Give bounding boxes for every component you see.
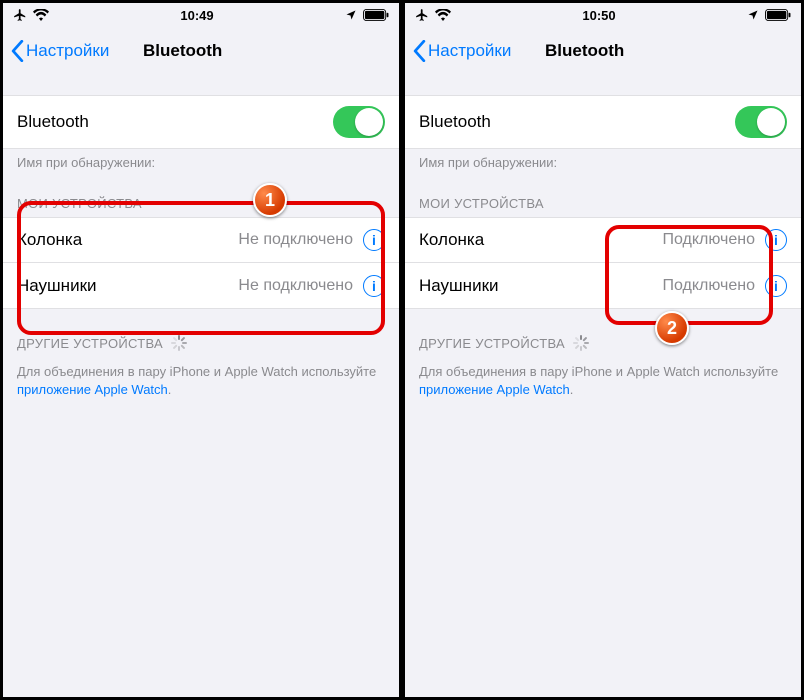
- status-bar: 10:49: [3, 3, 399, 27]
- spinner-icon: [171, 335, 187, 351]
- device-name: Наушники: [419, 276, 499, 296]
- device-status: Не подключено: [238, 277, 353, 295]
- device-name: Колонка: [419, 230, 484, 250]
- device-row[interactable]: Колонка Не подключено i: [3, 217, 399, 263]
- my-devices-group: МОИ УСТРОЙСТВА Колонка Не подключено i Н…: [3, 196, 399, 309]
- device-status: Подключено: [662, 277, 755, 295]
- spinner-icon: [573, 335, 589, 351]
- bluetooth-toggle-group: Bluetooth Имя при обнаружении:: [405, 95, 801, 170]
- bluetooth-label: Bluetooth: [17, 112, 89, 132]
- nav-bar: Настройки Bluetooth: [3, 27, 399, 75]
- info-icon[interactable]: i: [765, 229, 787, 251]
- my-devices-header: МОИ УСТРОЙСТВА: [3, 196, 399, 217]
- back-label: Настройки: [26, 41, 109, 61]
- phone-screenshot-2: 10:50 Настройки Bluetooth Bluetooth Имя …: [404, 2, 802, 698]
- airplane-mode-icon: [13, 8, 27, 22]
- chevron-left-icon: [11, 40, 24, 62]
- bluetooth-toggle-row[interactable]: Bluetooth: [3, 95, 399, 149]
- nav-bar: Настройки Bluetooth: [405, 27, 801, 75]
- device-name: Наушники: [17, 276, 97, 296]
- back-label: Настройки: [428, 41, 511, 61]
- device-row[interactable]: Наушники Не подключено i: [3, 263, 399, 309]
- wifi-icon: [435, 9, 451, 21]
- other-devices-header: ДРУГИЕ УСТРОЙСТВА: [405, 335, 801, 357]
- back-button[interactable]: Настройки: [11, 40, 109, 62]
- info-icon[interactable]: i: [765, 275, 787, 297]
- battery-icon: [765, 9, 791, 21]
- chevron-left-icon: [413, 40, 426, 62]
- my-devices-header: МОИ УСТРОЙСТВА: [405, 196, 801, 217]
- bluetooth-toggle-group: Bluetooth Имя при обнаружении:: [3, 95, 399, 170]
- info-icon[interactable]: i: [363, 275, 385, 297]
- my-devices-group: МОИ УСТРОЙСТВА Колонка Подключено i Науш…: [405, 196, 801, 309]
- bluetooth-toggle-row[interactable]: Bluetooth: [405, 95, 801, 149]
- status-bar: 10:50: [405, 3, 801, 27]
- device-status: Не подключено: [238, 231, 353, 249]
- wifi-icon: [33, 9, 49, 21]
- location-icon: [345, 9, 357, 21]
- discoverable-label: Имя при обнаружении:: [3, 149, 399, 170]
- status-time: 10:49: [180, 8, 213, 23]
- device-status: Подключено: [662, 231, 755, 249]
- apple-watch-footer: Для объединения в пару iPhone и Apple Wa…: [3, 357, 399, 398]
- location-icon: [747, 9, 759, 21]
- device-name: Колонка: [17, 230, 82, 250]
- apple-watch-link[interactable]: приложение Apple Watch: [419, 382, 570, 397]
- info-icon[interactable]: i: [363, 229, 385, 251]
- apple-watch-footer: Для объединения в пару iPhone и Apple Wa…: [405, 357, 801, 398]
- bluetooth-switch[interactable]: [735, 106, 787, 138]
- device-row[interactable]: Наушники Подключено i: [405, 263, 801, 309]
- other-devices-header: ДРУГИЕ УСТРОЙСТВА: [3, 335, 399, 357]
- device-row[interactable]: Колонка Подключено i: [405, 217, 801, 263]
- discoverable-label: Имя при обнаружении:: [405, 149, 801, 170]
- status-time: 10:50: [582, 8, 615, 23]
- bluetooth-switch[interactable]: [333, 106, 385, 138]
- other-devices-group: ДРУГИЕ УСТРОЙСТВА Для объединения в пару…: [3, 335, 399, 398]
- other-devices-group: ДРУГИЕ УСТРОЙСТВА Для объединения в пару…: [405, 335, 801, 398]
- apple-watch-link[interactable]: приложение Apple Watch: [17, 382, 168, 397]
- bluetooth-label: Bluetooth: [419, 112, 491, 132]
- airplane-mode-icon: [415, 8, 429, 22]
- phone-screenshot-1: 10:49 Настройки Bluetooth Bluetooth Имя …: [2, 2, 400, 698]
- battery-icon: [363, 9, 389, 21]
- back-button[interactable]: Настройки: [413, 40, 511, 62]
